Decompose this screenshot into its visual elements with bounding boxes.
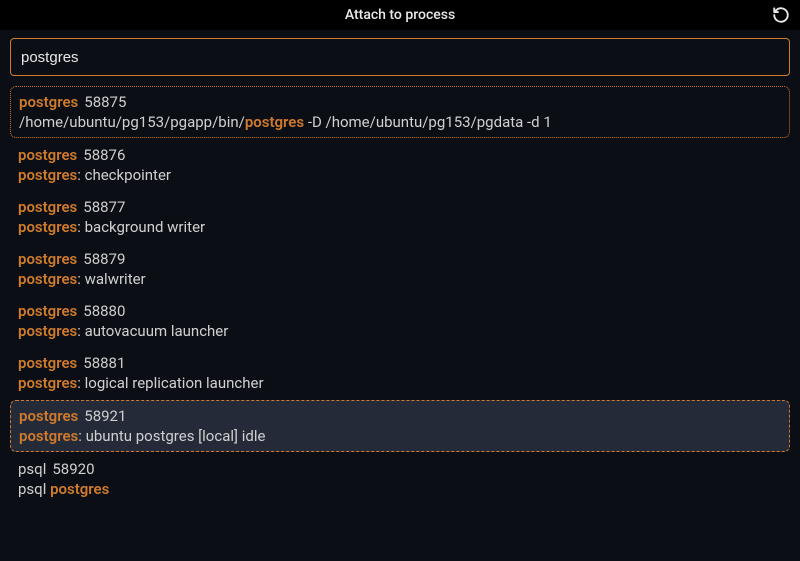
process-header: postgres 58876: [18, 146, 782, 164]
process-detail-suffix: -D /home/ubuntu/pg153/pgdata -d 1: [304, 113, 552, 131]
process-detail-prefix: psql: [18, 480, 50, 498]
process-pid: 58876: [83, 146, 125, 164]
process-pid: 58875: [84, 93, 126, 111]
process-header: postgres 58875: [19, 93, 781, 111]
process-pid: 58880: [83, 302, 125, 320]
process-name: postgres: [18, 146, 77, 164]
process-pid: 58881: [83, 354, 125, 372]
process-name: postgres: [18, 302, 77, 320]
process-header: postgres 58877: [18, 198, 782, 216]
window-title: Attach to process: [345, 7, 455, 23]
process-detail-match: postgres: [245, 113, 304, 131]
refresh-icon[interactable]: [772, 6, 790, 24]
process-detail: postgres: checkpointer: [18, 166, 782, 184]
process-list: postgres 58875/home/ubuntu/pg153/pgapp/bi…: [0, 86, 800, 561]
process-pid: 58879: [83, 250, 125, 268]
process-name: postgres: [18, 198, 77, 216]
search-input[interactable]: [21, 49, 779, 66]
titlebar: Attach to process: [0, 0, 800, 30]
process-pid: 58877: [83, 198, 125, 216]
process-header: postgres 58881: [18, 354, 782, 372]
process-detail: postgres: autovacuum launcher: [18, 322, 782, 340]
process-detail-match: postgres: [19, 427, 78, 445]
process-detail-suffix: : background writer: [77, 218, 205, 236]
process-item[interactable]: postgres 58881 postgres: logical replicati…: [10, 348, 790, 398]
process-name: psql: [18, 460, 46, 478]
process-detail-suffix: : walwriter: [77, 270, 145, 288]
process-item[interactable]: psql58920psql postgres: [10, 454, 790, 504]
process-detail-match: postgres: [18, 374, 77, 392]
process-header: postgres 58921: [19, 407, 781, 425]
process-name: postgres: [19, 407, 78, 425]
process-detail-match: postgres: [18, 218, 77, 236]
process-header: postgres 58880: [18, 302, 782, 320]
process-detail: postgres: ubuntu postgres [local] idle: [19, 427, 781, 445]
process-detail: postgres: background writer: [18, 218, 782, 236]
process-header: postgres 58879: [18, 250, 782, 268]
process-detail-match: postgres: [18, 322, 77, 340]
process-detail-match: postgres: [50, 480, 109, 498]
process-detail-match: postgres: [18, 270, 77, 288]
process-detail-suffix: : ubuntu postgres [local] idle: [78, 427, 265, 445]
process-name: postgres: [19, 93, 78, 111]
process-item[interactable]: postgres 58879 postgres: walwriter: [10, 244, 790, 294]
process-item[interactable]: postgres 58880 postgres: autovacuum launch…: [10, 296, 790, 346]
process-detail-prefix: /home/ubuntu/pg153/pgapp/bin/: [19, 113, 245, 131]
process-name: postgres: [18, 250, 77, 268]
process-detail: postgres: walwriter: [18, 270, 782, 288]
search-bar[interactable]: [10, 38, 790, 76]
process-name: postgres: [18, 354, 77, 372]
process-pid: 58920: [52, 460, 94, 478]
process-detail-suffix: : autovacuum launcher: [77, 322, 228, 340]
process-detail-suffix: : checkpointer: [77, 166, 171, 184]
process-detail-match: postgres: [18, 166, 77, 184]
process-detail-suffix: : logical replication launcher: [77, 374, 263, 392]
process-detail: postgres: logical replication launcher: [18, 374, 782, 392]
process-item[interactable]: postgres 58876 postgres: checkpointer: [10, 140, 790, 190]
process-item[interactable]: postgres 58877 postgres: background writer: [10, 192, 790, 242]
process-item[interactable]: postgres 58921 postgres: ubuntu postgres […: [10, 400, 790, 452]
process-detail: /home/ubuntu/pg153/pgapp/bin/postgres -D…: [19, 113, 781, 131]
process-detail: psql postgres: [18, 480, 782, 498]
process-header: psql 58920: [18, 460, 782, 478]
process-pid: 58921: [84, 407, 126, 425]
process-item[interactable]: postgres 58875/home/ubuntu/pg153/pgapp/bi…: [10, 86, 790, 138]
